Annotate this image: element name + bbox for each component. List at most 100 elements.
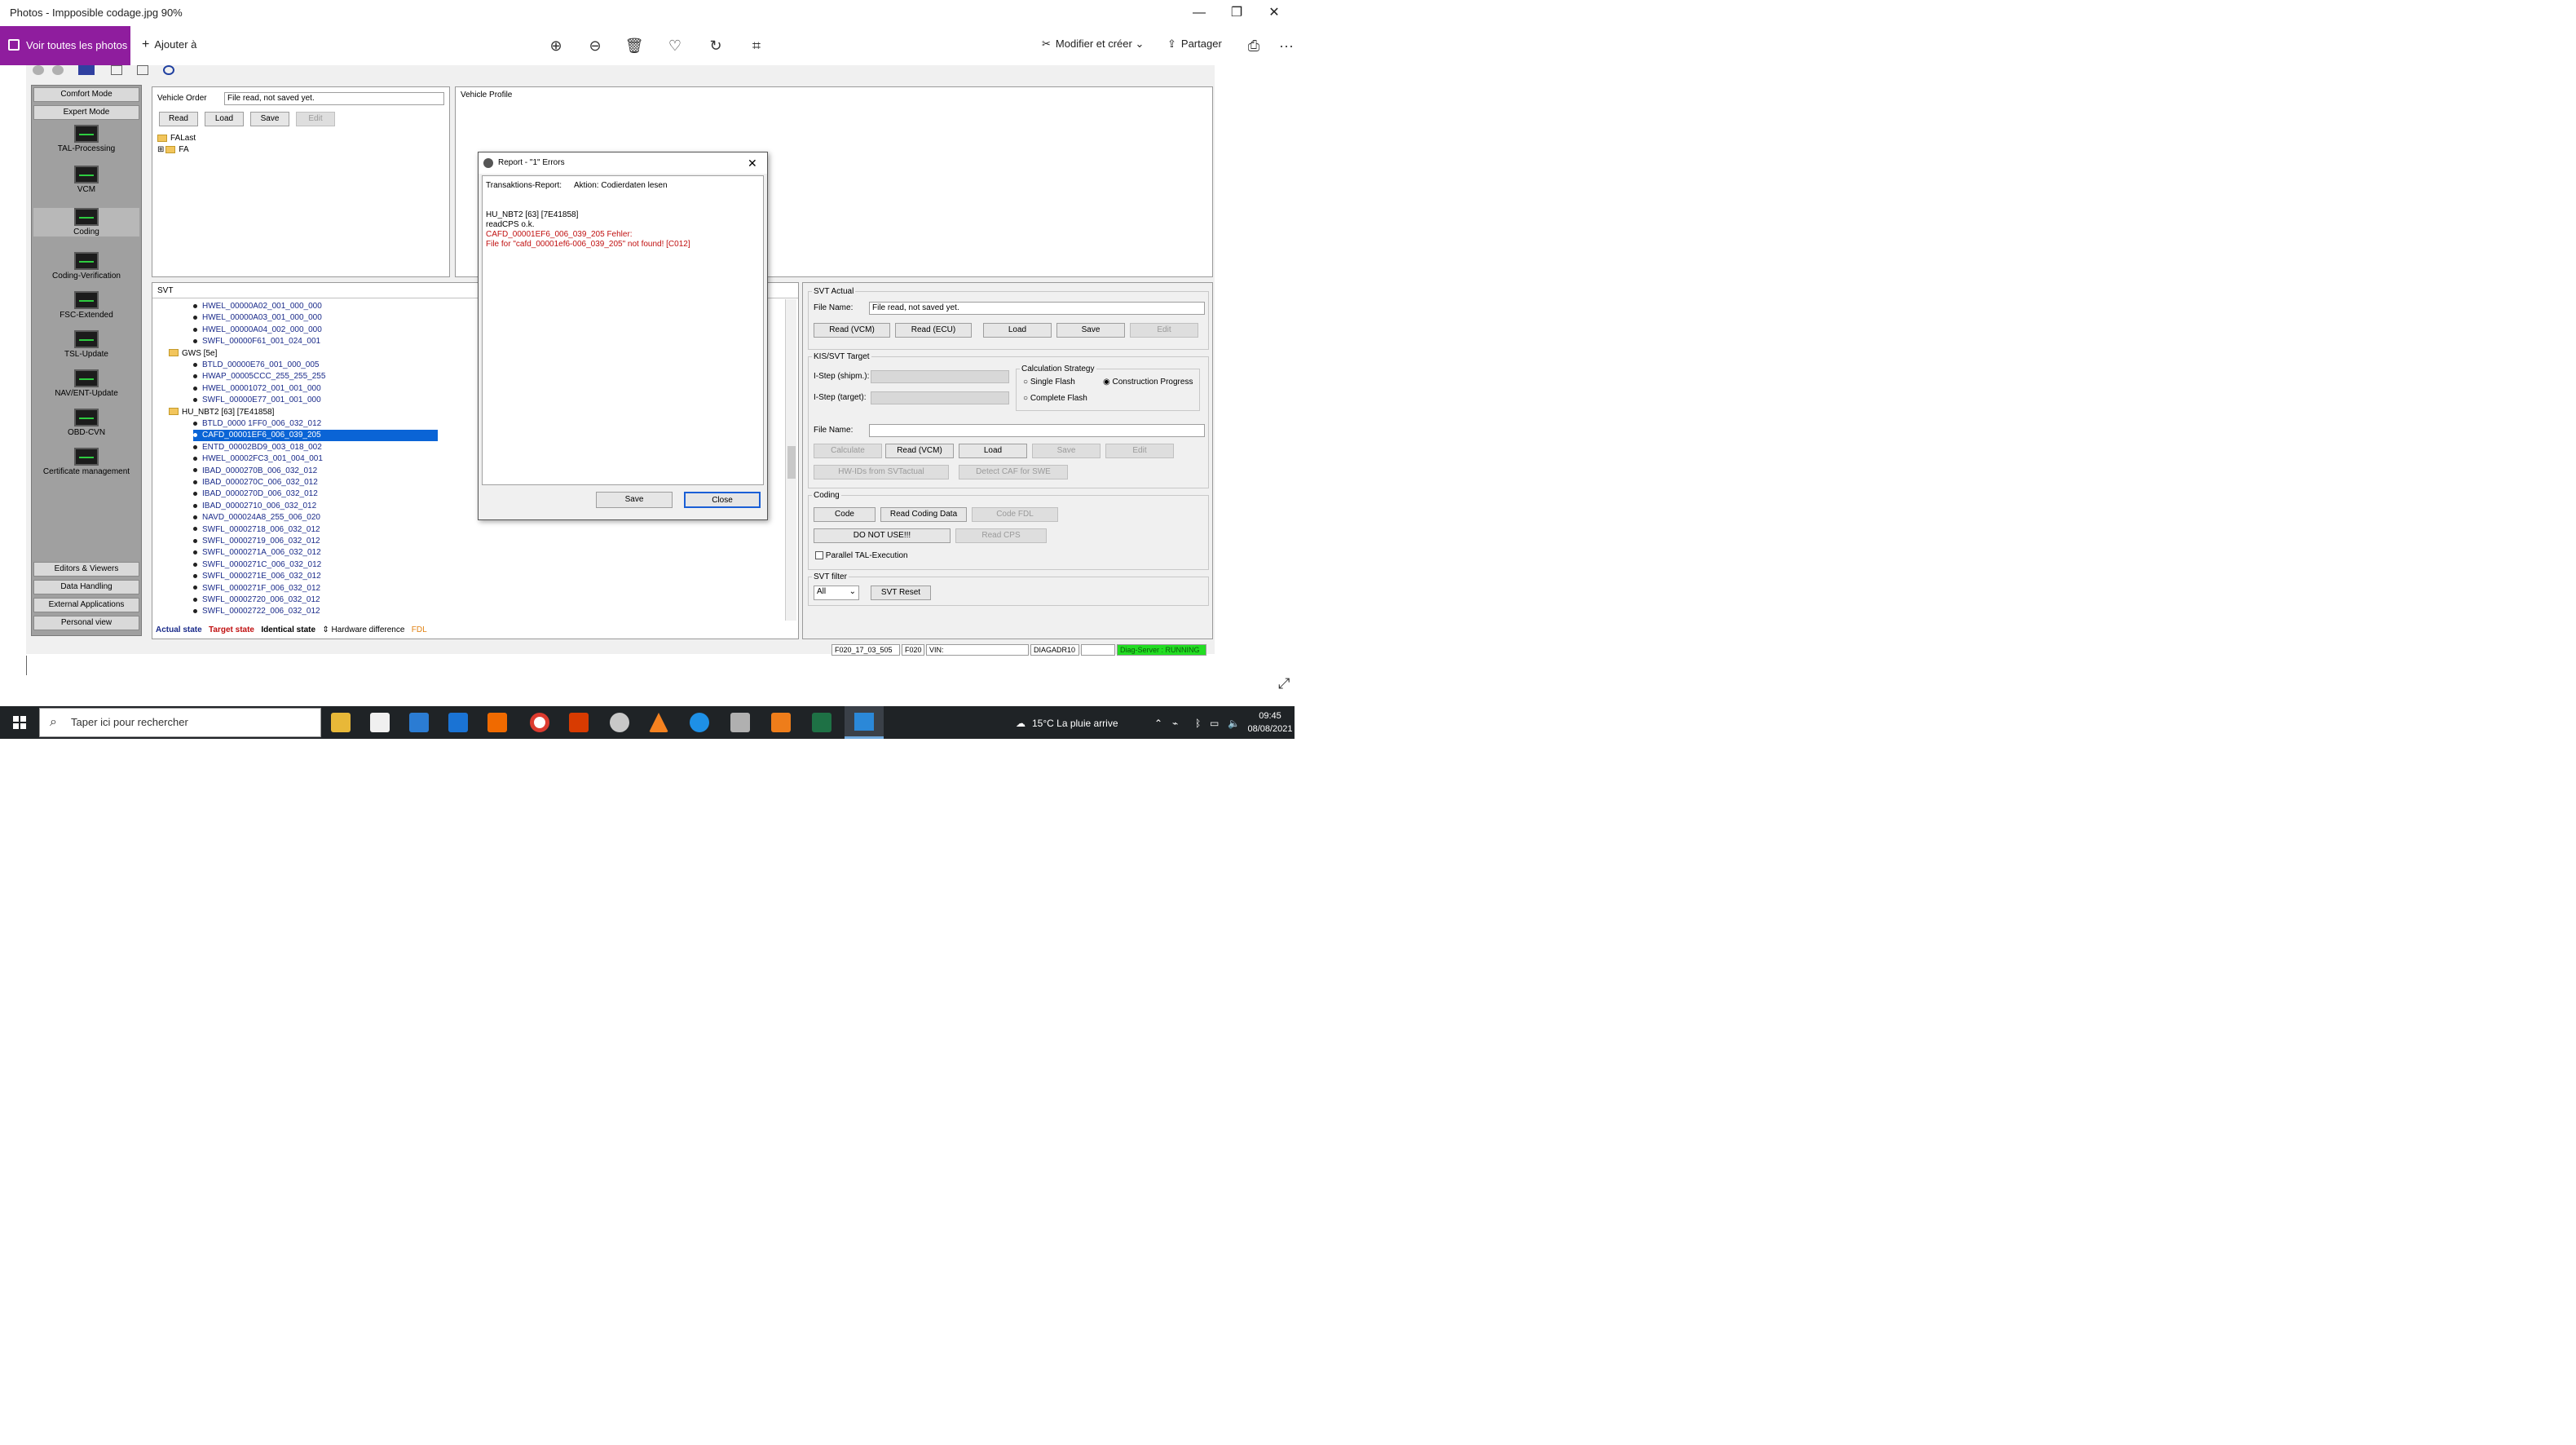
code-button[interactable]: Code — [814, 507, 876, 522]
svt-reset-button[interactable]: SVT Reset — [871, 586, 931, 600]
expand-arrows-icon[interactable]: ⤢ — [1278, 675, 1290, 692]
istep-target-select[interactable] — [871, 391, 1009, 404]
svt-tree-item[interactable]: IBAD_0000270C_006_032_012 — [193, 477, 318, 488]
globe-icon[interactable] — [163, 65, 174, 75]
complete-flash-radio[interactable]: ○ Complete Flash — [1023, 394, 1087, 403]
load-button[interactable]: Load — [983, 323, 1052, 338]
edit-button[interactable]: Edit — [1130, 323, 1198, 338]
hw-ids-button[interactable]: HW-IDs from SVTactual — [814, 465, 949, 479]
app-icon-1[interactable] — [409, 713, 429, 732]
photos-taskbar-button[interactable] — [845, 706, 884, 739]
dialog-close-button[interactable]: Close — [684, 492, 761, 508]
window-icon[interactable] — [111, 65, 122, 75]
forward-icon[interactable] — [52, 65, 64, 75]
edit-create-button[interactable]: ✂ Modifier et créer ⌄ — [1042, 38, 1144, 51]
target-file-name-field[interactable] — [869, 424, 1205, 437]
print-icon[interactable]: ⎙ — [1241, 33, 1267, 59]
zoom-out-icon[interactable]: ⊖ — [582, 33, 608, 59]
rotate-icon[interactable]: ↻ — [703, 33, 729, 59]
target-edit-button[interactable]: Edit — [1105, 444, 1174, 458]
read-cps-button[interactable]: Read CPS — [955, 528, 1047, 543]
svt-tree-item[interactable]: NAVD_000024A8_255_006_020 — [193, 512, 320, 524]
windows-start-icon[interactable] — [13, 716, 26, 729]
volume-icon[interactable]: 🔈 — [1228, 718, 1240, 729]
svt-tree-item[interactable]: IBAD_00002710_006_032_012 — [193, 501, 316, 512]
edit-button[interactable]: Edit — [296, 112, 335, 126]
display-icon[interactable]: ▭ — [1210, 718, 1219, 729]
svt-tree-folder[interactable]: GWS [5e] — [169, 348, 217, 360]
chevron-up-icon[interactable]: ⌃ — [1154, 718, 1162, 729]
zoom-in-icon[interactable]: ⊕ — [543, 33, 569, 59]
read-ecu-button[interactable]: Read (ECU) — [895, 323, 972, 338]
svt-tree-item[interactable]: IBAD_0000270D_006_032_012 — [193, 488, 318, 500]
read-button[interactable]: Read — [159, 112, 198, 126]
svt-tree-item[interactable]: ENTD_00002BD9_003_018_002 — [193, 442, 322, 453]
personal-view-tab[interactable]: Personal view — [33, 616, 139, 630]
dialog-close-icon[interactable]: ✕ — [748, 152, 757, 174]
app-icon-4[interactable] — [730, 713, 750, 732]
svt-tree-item[interactable]: IBAD_0000270B_006_032_012 — [193, 466, 317, 477]
chrome-icon[interactable] — [530, 713, 549, 732]
network-icon[interactable]: ⌁ — [1172, 718, 1178, 729]
scrollbar-thumb[interactable] — [787, 446, 796, 479]
nav-obd-cvn[interactable]: OBD-CVN — [33, 409, 139, 437]
svt-tree-folder[interactable]: HU_NBT2 [63] [7E41858] — [169, 407, 274, 418]
store-icon[interactable] — [370, 713, 390, 732]
app-icon-2[interactable] — [487, 713, 507, 732]
nav-tsl-update[interactable]: TSL-Update — [33, 330, 139, 359]
svt-filter-select[interactable]: All ⌄ — [814, 586, 859, 600]
nav-nav-ent-update[interactable]: NAV/ENT-Update — [33, 369, 139, 398]
nav-fsc-extended[interactable]: FSC-Extended — [33, 291, 139, 320]
dialog-save-button[interactable]: Save — [596, 492, 673, 508]
weather-icon[interactable]: ☁ — [1016, 718, 1026, 729]
svt-tree-item[interactable]: SWFL_0000271A_006_032_012 — [193, 547, 321, 559]
mail-icon[interactable] — [448, 713, 468, 732]
read-coding-data-button[interactable]: Read Coding Data — [880, 507, 967, 522]
vehicle-order-field[interactable]: File read, not saved yet. — [224, 92, 444, 105]
svt-tree-item[interactable]: HWEL_00000A03_001_000_000 — [193, 312, 322, 324]
svt-tree-item[interactable]: HWEL_00001072_001_001_000 — [193, 383, 321, 395]
target-read-vcm-button[interactable]: Read (VCM) — [885, 444, 954, 458]
nav-certificate-management[interactable]: Certificate management — [33, 448, 139, 476]
excel-icon[interactable] — [812, 713, 831, 732]
svt-tree-item[interactable]: HWEL_00000A02_001_000_000 — [193, 301, 322, 312]
bluetooth-icon[interactable]: ᛒ — [1195, 718, 1201, 729]
svt-tree-item[interactable]: HWEL_00002FC3_001_004_001 — [193, 453, 323, 465]
tool-icon[interactable] — [78, 65, 95, 75]
minimize-button[interactable]: — — [1180, 0, 1218, 26]
construction-progress-radio[interactable]: ◉ Construction Progress — [1103, 378, 1193, 387]
share-button[interactable]: ⇪ Partager — [1167, 38, 1222, 51]
document-icon[interactable] — [137, 65, 148, 75]
more-options-button[interactable]: ··· — [1278, 33, 1295, 59]
taskbar-search-input[interactable]: ⌕ Taper ici pour rechercher — [39, 708, 321, 737]
do-not-use-button[interactable]: DO NOT USE!!! — [814, 528, 951, 543]
svt-tree-item[interactable]: HWEL_00000A04_002_000_000 — [193, 325, 322, 336]
nav-coding[interactable]: Coding — [33, 208, 139, 236]
svt-tree-item[interactable]: SWFL_0000271F_006_032_012 — [193, 583, 320, 594]
app-icon-5[interactable] — [771, 713, 791, 732]
back-icon[interactable] — [33, 65, 44, 75]
nav-vcm[interactable]: VCM — [33, 166, 139, 194]
target-save-button[interactable]: Save — [1032, 444, 1101, 458]
nav-tal-processing[interactable]: TAL-Processing — [33, 125, 139, 153]
svt-tree-item[interactable]: SWFL_00000F61_001_024_001 — [193, 336, 320, 347]
detect-caf-button[interactable]: Detect CAF for SWE — [959, 465, 1068, 479]
svt-tree-item[interactable]: SWFL_00002722_006_032_012 — [193, 606, 320, 617]
comfort-mode-tab[interactable]: Comfort Mode — [33, 87, 139, 102]
svt-scrollbar[interactable] — [785, 299, 796, 621]
weather-text[interactable]: 15°C La pluie arrive — [1032, 718, 1118, 729]
svt-tree-item[interactable]: SWFL_00002719_006_032_012 — [193, 536, 320, 547]
save-button[interactable]: Save — [1056, 323, 1125, 338]
svt-tree-item[interactable]: SWFL_0000271E_006_032_012 — [193, 571, 321, 582]
svt-tree-item[interactable]: SWFL_0000271C_006_032_012 — [193, 559, 321, 571]
target-load-button[interactable]: Load — [959, 444, 1027, 458]
read-vcm-button[interactable]: Read (VCM) — [814, 323, 890, 338]
svt-tree-item[interactable]: BTLD_0000 1FF0_006_032_012 — [193, 418, 321, 430]
save-button[interactable]: Save — [250, 112, 289, 126]
tree-item-falast[interactable]: FALast — [157, 133, 196, 144]
report-text-area[interactable]: Transaktions-Report: Aktion: Codierdaten… — [482, 175, 764, 485]
data-handling-tab[interactable]: Data Handling — [33, 580, 139, 594]
taskbar-clock[interactable]: 09:45 08/08/2021 — [1247, 709, 1293, 736]
add-to-button[interactable]: + Ajouter à — [142, 38, 196, 52]
view-all-photos-button[interactable]: Voir toutes les photos — [0, 26, 130, 65]
